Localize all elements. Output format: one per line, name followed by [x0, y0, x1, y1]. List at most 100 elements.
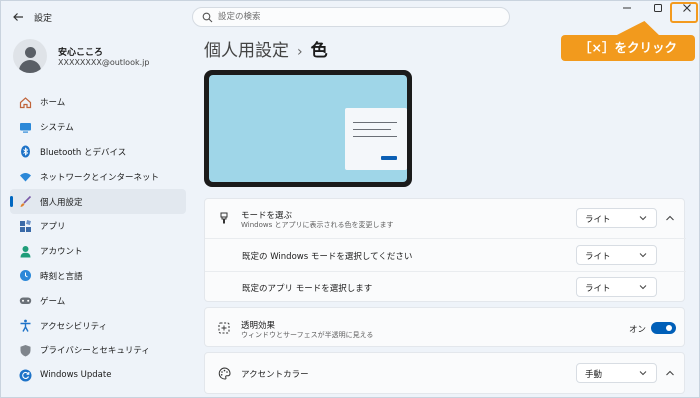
settings-window: 設定 ［×］をクリック 安心こころ XXXXXXXX@outlook.jp — [0, 0, 700, 398]
chevron-down-icon — [639, 371, 647, 376]
windows-mode-dropdown[interactable]: ライト — [576, 245, 657, 265]
home-icon — [18, 95, 32, 109]
transparency-icon — [217, 321, 231, 335]
breadcrumb-separator: › — [297, 44, 303, 60]
brush-icon — [18, 195, 32, 209]
update-icon — [18, 368, 32, 382]
sidebar-item-label: ホーム — [40, 98, 66, 109]
sidebar-item-label: Windows Update — [40, 370, 112, 381]
transparency-row: 透明効果 ウィンドウとサーフェスが半透明に見える オン — [205, 308, 686, 348]
mode-header-row[interactable]: モードを選ぶ Windows とアプリに表示される色を変更します ライト — [205, 199, 686, 236]
chevron-up-icon[interactable] — [664, 212, 676, 224]
app-mode-dropdown[interactable]: ライト — [576, 277, 657, 297]
sidebar-item-personalization[interactable]: 個人用設定 — [10, 189, 186, 214]
page-title: 色 — [310, 41, 328, 61]
preview-window — [345, 108, 407, 170]
user-name: 安心こころ — [58, 48, 104, 58]
preview-line — [353, 122, 397, 123]
bluetooth-icon — [18, 145, 32, 159]
close-button-highlight — [670, 2, 698, 23]
back-button[interactable] — [9, 9, 27, 25]
chevron-up-icon[interactable] — [664, 367, 676, 379]
toggle-state-label: オン — [629, 325, 647, 335]
app-mode-label: 既定のアプリ モードを選択します — [242, 284, 373, 294]
arrow-left-icon — [13, 13, 23, 21]
globe-clock-icon — [18, 269, 32, 283]
chevron-down-icon — [639, 253, 647, 258]
sidebar-item-time-language[interactable]: 時刻と言語 — [10, 264, 186, 289]
user-email: XXXXXXXX@outlook.jp — [58, 58, 150, 67]
app-title: 設定 — [34, 14, 53, 24]
dropdown-value: ライト — [585, 215, 611, 225]
dropdown-value: 手動 — [585, 370, 603, 380]
avatar — [13, 39, 47, 73]
sidebar-item-label: ゲーム — [40, 296, 66, 307]
mode-card: モードを選ぶ Windows とアプリに表示される色を変更します ライト 既定の… — [204, 198, 686, 303]
active-indicator — [10, 196, 13, 208]
theme-preview — [204, 70, 412, 187]
mode-dropdown[interactable]: ライト — [576, 208, 657, 228]
preview-line — [353, 136, 397, 137]
dropdown-value: ライト — [585, 252, 611, 262]
preview-line — [353, 129, 391, 130]
sidebar-nav: ホーム システム Bluetooth とデバイス ネットワークとインターネット — [10, 90, 186, 388]
sidebar-item-windows-update[interactable]: Windows Update — [10, 363, 186, 388]
search-icon — [202, 12, 213, 23]
minimize-button[interactable] — [613, 1, 641, 21]
transparency-toggle[interactable] — [651, 322, 676, 334]
sidebar-item-accessibility[interactable]: アクセシビリティ — [10, 313, 186, 338]
app-mode-row: 既定のアプリ モードを選択します ライト — [205, 272, 686, 303]
dropdown-value: ライト — [585, 284, 611, 294]
accessibility-icon — [18, 319, 32, 333]
avatar-head — [25, 47, 36, 58]
sidebar-item-system[interactable]: システム — [10, 115, 186, 140]
toggle-knob — [666, 325, 672, 331]
accent-color-dropdown[interactable]: 手動 — [576, 363, 657, 383]
gamepad-icon — [18, 294, 32, 308]
apps-icon — [18, 219, 32, 233]
mode-subtitle: Windows とアプリに表示される色を変更します — [241, 221, 394, 229]
maximize-button[interactable] — [644, 1, 672, 21]
person-icon — [18, 244, 32, 258]
sidebar-item-label: 個人用設定 — [40, 197, 83, 208]
sidebar-item-apps[interactable]: アプリ — [10, 214, 186, 239]
sidebar-item-label: アクセシビリティ — [40, 321, 108, 332]
maximize-icon — [654, 4, 662, 12]
brush-outline-icon — [217, 211, 231, 225]
sidebar-item-label: 時刻と言語 — [40, 271, 83, 282]
breadcrumb: 個人用設定 › 色 — [204, 36, 328, 61]
search-box[interactable] — [192, 7, 510, 27]
wifi-icon — [18, 170, 32, 184]
title-bar: 設定 — [1, 1, 700, 33]
palette-icon — [217, 366, 231, 380]
chevron-down-icon — [639, 216, 647, 221]
sidebar-item-gaming[interactable]: ゲーム — [10, 288, 186, 313]
breadcrumb-parent[interactable]: 個人用設定 — [204, 41, 289, 61]
sidebar-item-network[interactable]: ネットワークとインターネット — [10, 164, 186, 189]
search-input[interactable] — [218, 10, 498, 24]
transparency-subtitle: ウィンドウとサーフェスが半透明に見える — [241, 331, 374, 339]
monitor-icon — [18, 120, 32, 134]
sidebar-item-label: ネットワークとインターネット — [40, 172, 160, 183]
sidebar-item-accounts[interactable]: アカウント — [10, 239, 186, 264]
minimize-icon — [623, 7, 631, 9]
preview-screen — [209, 75, 407, 182]
accent-color-title: アクセントカラー — [241, 370, 309, 380]
sidebar-item-privacy[interactable]: プライバシーとセキュリティ — [10, 338, 186, 363]
sidebar-item-label: アプリ — [40, 222, 66, 233]
sidebar-item-label: アカウント — [40, 247, 83, 258]
sidebar-item-home[interactable]: ホーム — [10, 90, 186, 115]
instruction-callout: ［×］をクリック — [561, 35, 695, 61]
windows-mode-row: 既定の Windows モードを選択してください ライト — [205, 239, 686, 270]
user-profile[interactable]: 安心こころ XXXXXXXX@outlook.jp — [13, 37, 193, 77]
sidebar-item-label: システム — [40, 123, 74, 134]
windows-mode-label: 既定の Windows モードを選択してください — [242, 252, 413, 262]
chevron-down-icon — [639, 285, 647, 290]
avatar-shoulders — [19, 60, 41, 73]
accent-color-row[interactable]: アクセントカラー 手動 — [205, 353, 686, 393]
sidebar-item-bluetooth[interactable]: Bluetooth とデバイス — [10, 140, 186, 165]
sidebar-item-label: Bluetooth とデバイス — [40, 147, 127, 158]
sidebar-item-label: プライバシーとセキュリティ — [40, 346, 150, 357]
accent-color-card: アクセントカラー 手動 — [204, 352, 685, 394]
shield-icon — [18, 343, 32, 357]
